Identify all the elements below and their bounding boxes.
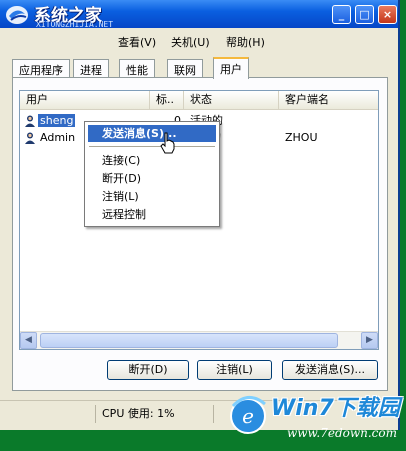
column-header-id[interactable]: 标.. <box>150 91 184 109</box>
context-item-connect[interactable]: 连接(C) <box>88 152 216 169</box>
scroll-left-icon[interactable]: ◀ <box>20 332 37 349</box>
list-header: 用户 标.. 状态 客户端名 <box>20 91 378 110</box>
system-home-logo-icon <box>6 6 28 24</box>
column-header-status[interactable]: 状态 <box>184 91 279 109</box>
context-item-disconnect[interactable]: 断开(D) <box>88 170 216 187</box>
client-name-cell: ZHOU <box>285 131 318 144</box>
cpu-usage-status: CPU 使用: 1% <box>96 405 214 423</box>
user-name-cell: Admin <box>40 131 76 144</box>
context-item-remote-control[interactable]: 远程控制 <box>88 206 216 223</box>
user-icon <box>25 115 35 127</box>
tab-applications[interactable]: 应用程序 <box>12 59 70 77</box>
send-message-button[interactable]: 发送消息(S)... <box>282 360 378 380</box>
menu-view[interactable]: 查看(V) <box>118 34 156 50</box>
close-button[interactable]: × <box>378 5 397 24</box>
minimize-button[interactable]: _ <box>332 5 351 24</box>
context-item-logoff[interactable]: 注销(L) <box>88 188 216 205</box>
context-separator <box>89 146 215 147</box>
horizontal-scrollbar[interactable]: ◀ ▶ <box>20 331 378 349</box>
tab-performance[interactable]: 性能 <box>119 59 155 77</box>
context-menu: 发送消息(S)... 连接(C) 断开(D) 注销(L) 远程控制 <box>84 121 220 227</box>
scroll-right-icon[interactable]: ▶ <box>361 332 378 349</box>
context-item-send-message[interactable]: 发送消息(S)... <box>88 125 216 142</box>
title-bar[interactable]: 系统之家 XITONGZHIJIA.NET _ □ × <box>0 0 398 29</box>
watermark-logo-icon: e <box>230 396 266 434</box>
watermark-url: www.7edown.com <box>287 426 397 440</box>
scrollbar-thumb[interactable] <box>40 333 338 348</box>
maximize-button[interactable]: □ <box>355 5 374 24</box>
user-name-cell: sheng <box>38 114 76 127</box>
hand-cursor-icon <box>160 132 175 154</box>
disconnect-button[interactable]: 断开(D) <box>107 360 189 380</box>
column-header-client[interactable]: 客户端名 <box>279 91 380 109</box>
svg-text:e: e <box>242 404 254 428</box>
menu-bar: 查看(V) 关机(U) 帮助(H) <box>0 28 398 52</box>
menu-shutdown[interactable]: 关机(U) <box>171 34 210 50</box>
tab-users[interactable]: 用户 <box>213 57 249 79</box>
watermark-title: Win7下载园 <box>271 396 400 421</box>
logoff-button[interactable]: 注销(L) <box>197 360 272 380</box>
watermark: e Win7下载园 www.7edown.com <box>227 388 402 448</box>
menu-help[interactable]: 帮助(H) <box>226 34 265 50</box>
column-header-user[interactable]: 用户 <box>20 91 150 109</box>
status-panel-processes <box>4 405 96 423</box>
user-icon <box>25 132 35 144</box>
tab-networking[interactable]: 联网 <box>167 59 203 77</box>
tab-processes[interactable]: 进程 <box>73 59 109 77</box>
